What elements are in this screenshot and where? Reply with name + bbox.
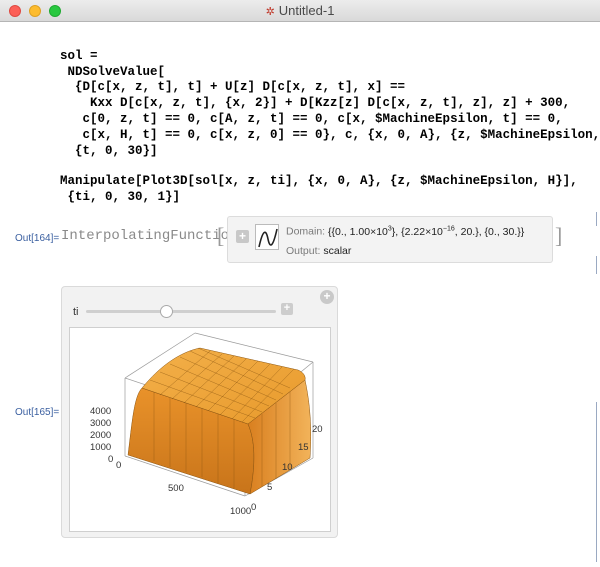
- z-axis-ticks: 4000 3000 2000 1000 0: [90, 406, 113, 465]
- notebook-icon: ✲: [265, 6, 275, 18]
- input-cell-manipulate[interactable]: Manipulate[Plot3D[sol[x, z, ti], {x, 0, …: [60, 158, 578, 221]
- ti-slider-thumb[interactable]: [160, 305, 173, 318]
- output-line: Output: scalar: [286, 245, 351, 257]
- y-tick: 0: [251, 502, 256, 513]
- window-title-text: Untitled-1: [278, 3, 335, 18]
- cell-bracket[interactable]: [596, 402, 597, 562]
- close-bracket: ]: [555, 223, 563, 248]
- x-tick: 0: [116, 460, 121, 471]
- cell-bracket[interactable]: [596, 256, 597, 274]
- z-tick: 3000: [90, 418, 111, 429]
- open-bracket: [: [217, 223, 225, 248]
- domain-value: {{0., 1.00×103}, {2.22×10−16, 20.}, {0.,…: [328, 225, 525, 238]
- plot3d-graphic[interactable]: 4000 3000 2000 1000 0 0 500 1000 0 5 10 …: [70, 328, 332, 533]
- code-line: Kxx D[c[x, z, t], {x, 2}] + D[Kzz[z] D[c…: [60, 96, 571, 111]
- y-tick: 5: [267, 482, 272, 493]
- out-label-164: Out[164]=: [15, 233, 60, 244]
- z-tick: 4000: [90, 406, 111, 417]
- domain-exponent: −16: [442, 225, 455, 232]
- ti-slider-track[interactable]: [86, 310, 276, 313]
- function-sparkline-icon: [255, 224, 279, 250]
- z-tick: 2000: [90, 430, 111, 441]
- interpolating-function-summary: + Domain: {{0., 1.00×103}, {2.22×10−16, …: [227, 216, 553, 263]
- domain-value-part: , 20.}, {0., 30.}}: [454, 225, 525, 238]
- y-tick: 10: [282, 462, 293, 473]
- y-tick: 20: [312, 424, 323, 435]
- domain-label: Domain:: [286, 225, 326, 238]
- code-line: {t, 0, 30}]: [60, 143, 158, 158]
- input-cell-ndsolve[interactable]: sol = NDSolveValue[ {D[c[x, z, t], t] + …: [60, 33, 600, 175]
- cell-bracket[interactable]: [596, 212, 597, 226]
- window-title: ✲ Untitled-1: [0, 3, 600, 18]
- output-value: scalar: [323, 245, 352, 257]
- code-line: Manipulate[Plot3D[sol[x, z, ti], {x, 0, …: [60, 173, 578, 188]
- z-tick: 1000: [90, 442, 111, 453]
- slider-label: ti: [73, 306, 79, 318]
- code-line: c[x, H, t] == 0, c[x, z, 0] == 0}, c, {x…: [60, 127, 600, 142]
- domain-line: Domain: {{0., 1.00×103}, {2.22×10−16, 20…: [286, 225, 524, 238]
- interpolating-function-head: InterpolatingFunction: [61, 228, 238, 244]
- y-tick: 15: [298, 442, 309, 453]
- domain-value-part: {{0., 1.00×10: [328, 225, 388, 238]
- expand-summary-button[interactable]: +: [236, 230, 249, 243]
- code-line: NDSolveValue[: [60, 64, 166, 79]
- code-line: c[0, z, t] == 0, c[A, z, t] == 0, c[x, $…: [60, 111, 563, 126]
- domain-value-part: }, {2.22×10: [391, 225, 443, 238]
- z-tick: 0: [108, 454, 113, 465]
- code-line: sol =: [60, 48, 98, 63]
- code-line: {ti, 0, 30, 1}]: [60, 189, 181, 204]
- manipulate-panel: + ti + 4000 3000 2000 1000 0 0 500 1000 …: [61, 286, 338, 538]
- x-tick: 1000: [230, 506, 251, 517]
- title-bar: ✲ Untitled-1: [0, 0, 600, 22]
- code-line: {D[c[x, z, t], t] + U[z] D[c[x, z, t], x…: [60, 80, 406, 95]
- manipulate-options-button[interactable]: +: [320, 290, 334, 304]
- x-tick: 500: [168, 483, 184, 494]
- plot3d-output[interactable]: 4000 3000 2000 1000 0 0 500 1000 0 5 10 …: [69, 327, 331, 532]
- out-label-165: Out[165]=: [15, 407, 60, 418]
- output-label: Output:: [286, 245, 321, 257]
- slider-expand-button[interactable]: +: [281, 303, 293, 315]
